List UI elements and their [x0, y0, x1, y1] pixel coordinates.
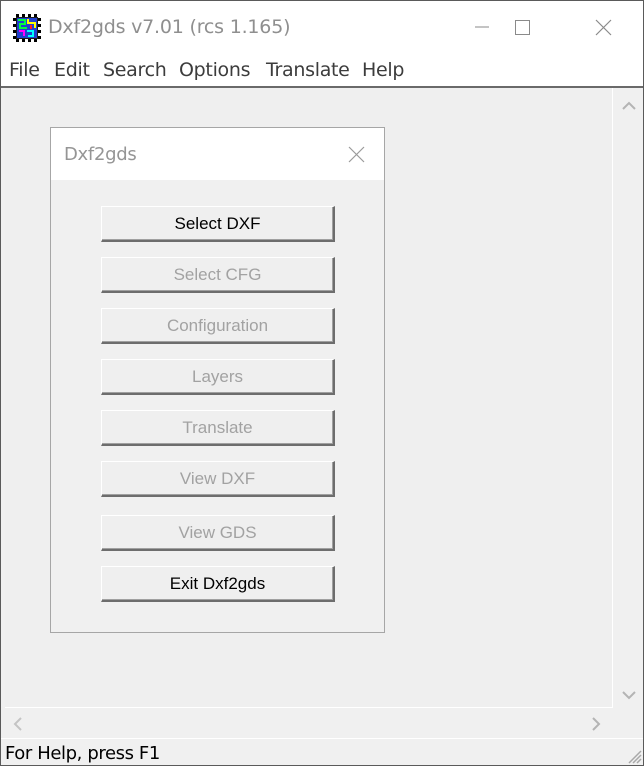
select-cfg-button[interactable]: Select CFG: [101, 257, 335, 293]
view-gds-button[interactable]: View GDS: [101, 515, 335, 551]
title-bar[interactable]: Dxf2gds v7.01 (rcs 1.165): [1, 1, 643, 55]
chevron-down-icon[interactable]: [622, 687, 636, 705]
vertical-scrollbar[interactable]: [614, 88, 643, 708]
app-chip-icon[interactable]: [13, 14, 41, 42]
menu-bar: File Edit Search Options Translate Help: [1, 55, 643, 86]
dxf2gds-dialog: Dxf2gds Select DXF Select CFG Configurat…: [50, 127, 385, 633]
chevron-left-icon[interactable]: [13, 717, 23, 736]
main-window: Dxf2gds v7.01 (rcs 1.165) File Edit Sear…: [0, 0, 644, 766]
window-close-button[interactable]: [563, 1, 643, 55]
configuration-button[interactable]: Configuration: [101, 308, 335, 344]
status-text: For Help, press F1: [5, 743, 160, 764]
menu-edit[interactable]: Edit: [54, 59, 90, 81]
dialog-title: Dxf2gds: [64, 144, 137, 165]
maximize-button[interactable]: [481, 1, 561, 55]
dialog-close-icon[interactable]: [341, 142, 371, 168]
layers-button[interactable]: Layers: [101, 359, 335, 395]
status-bar: For Help, press F1: [1, 738, 643, 765]
resize-grip-icon[interactable]: [626, 748, 642, 764]
chevron-right-icon[interactable]: [591, 717, 601, 736]
menu-help[interactable]: Help: [362, 59, 404, 81]
translate-button[interactable]: Translate: [101, 410, 335, 446]
select-dxf-button[interactable]: Select DXF: [101, 206, 335, 242]
menu-options[interactable]: Options: [179, 59, 251, 81]
menu-search[interactable]: Search: [103, 59, 167, 81]
menu-file[interactable]: File: [9, 59, 40, 81]
exit-dxf2gds-button[interactable]: Exit Dxf2gds: [101, 566, 335, 602]
window-title: Dxf2gds v7.01 (rcs 1.165): [48, 16, 291, 38]
horizontal-scrollbar[interactable]: [5, 709, 613, 738]
menu-translate[interactable]: Translate: [266, 59, 350, 81]
chevron-up-icon[interactable]: [622, 98, 636, 116]
view-dxf-button[interactable]: View DXF: [101, 461, 335, 497]
dialog-title-bar[interactable]: Dxf2gds: [51, 128, 384, 180]
